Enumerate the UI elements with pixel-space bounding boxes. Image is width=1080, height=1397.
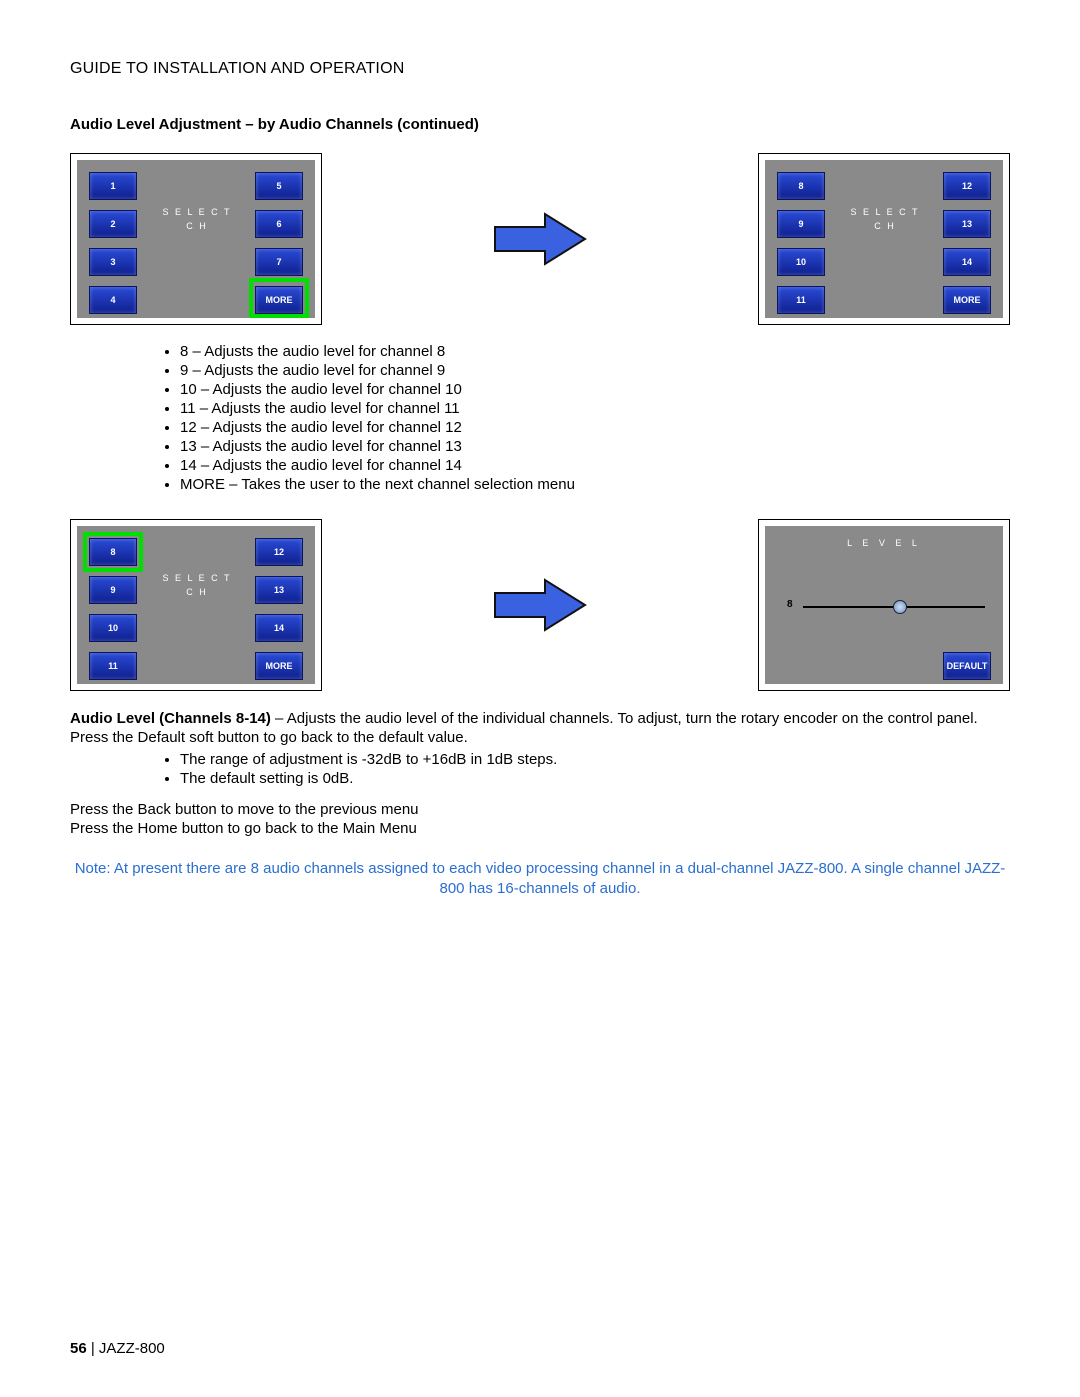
footer: 56 | JAZZ-800 [70,1340,165,1357]
panel2-center-line2: C H [874,221,896,231]
row-panels-2: S E L E C T C H 8 9 10 11 12 13 14 MORE … [70,519,1010,691]
panel1-btn-5[interactable]: 5 [255,172,303,200]
bullet-item: 12 – Adjusts the audio level for channel… [180,419,1010,436]
panel1-btn-7[interactable]: 7 [255,248,303,276]
level-channel-label: 8 [787,599,793,610]
panel1-center-line2: C H [186,221,208,231]
panel3-center-line1: S E L E C T [162,573,231,583]
bullet-item: 11 – Adjusts the audio level for channel… [180,400,1010,417]
panel3-btn-9[interactable]: 9 [89,576,137,604]
panel3-center: S E L E C T C H [147,571,247,599]
panel1-btn-6[interactable]: 6 [255,210,303,238]
panel1-btn-4[interactable]: 4 [89,286,137,314]
panel2-btn-13[interactable]: 13 [943,210,991,238]
bullet-item: 8 – Adjusts the audio level for channel … [180,343,1010,360]
arrow-right-icon [490,209,590,269]
adjust-bullets: The range of adjustment is -32dB to +16d… [180,751,1010,787]
bullet-item: MORE – Takes the user to the next channe… [180,476,1010,493]
level-default-button[interactable]: DEFAULT [943,652,991,680]
para-home: Press the Home button to go back to the … [70,820,1010,837]
bullet-item: The range of adjustment is -32dB to +16d… [180,751,1010,768]
panel3: S E L E C T C H 8 9 10 11 12 13 14 MORE [77,526,315,684]
panel2-btn-12[interactable]: 12 [943,172,991,200]
level-slider-thumb[interactable] [893,600,907,614]
bullet-item: The default setting is 0dB. [180,770,1010,787]
arrow-2 [322,575,758,635]
section-title: Audio Level Adjustment – by Audio Channe… [70,116,1010,133]
panel1-center: S E L E C T C H [147,205,247,233]
panel2-btn-11[interactable]: 11 [777,286,825,314]
level-title: L E V E L [765,538,1003,548]
panel2-center: S E L E C T C H [835,205,935,233]
para-back: Press the Back button to move to the pre… [70,801,1010,818]
bullet-item: 14 – Adjusts the audio level for channel… [180,457,1010,474]
panel3-btn-13[interactable]: 13 [255,576,303,604]
panel3-center-line2: C H [186,587,208,597]
note-text: Note: At present there are 8 audio chann… [70,859,1010,898]
panel3-btn-11[interactable]: 11 [89,652,137,680]
page-number: 56 [70,1340,87,1357]
panel3-frame: S E L E C T C H 8 9 10 11 12 13 14 MORE [70,519,322,691]
doc-header: GUIDE TO INSTALLATION AND OPERATION [70,60,1010,78]
bullet-item: 9 – Adjusts the audio level for channel … [180,362,1010,379]
para-audio-level: Audio Level (Channels 8-14) – Adjusts th… [70,709,1010,747]
panel2: S E L E C T C H 8 9 10 11 12 13 14 MORE [765,160,1003,318]
bullet-item: 10 – Adjusts the audio level for channel… [180,381,1010,398]
panel3-btn-12[interactable]: 12 [255,538,303,566]
product-name: JAZZ-800 [99,1340,165,1357]
channel-bullets: 8 – Adjusts the audio level for channel … [180,343,1010,493]
panel3-btn-10[interactable]: 10 [89,614,137,642]
para-bold: Audio Level (Channels 8-14) [70,710,271,727]
panel2-btn-14[interactable]: 14 [943,248,991,276]
panel2-center-line1: S E L E C T [850,207,919,217]
panel2-btn-more[interactable]: MORE [943,286,991,314]
bullet-item: 13 – Adjusts the audio level for channel… [180,438,1010,455]
panel2-frame: S E L E C T C H 8 9 10 11 12 13 14 MORE [758,153,1010,325]
panel2-btn-8[interactable]: 8 [777,172,825,200]
arrow-1 [322,209,758,269]
panel1-btn-2[interactable]: 2 [89,210,137,238]
level-frame: L E V E L 8 DEFAULT [758,519,1010,691]
panel1-frame: S E L E C T C H 1 2 3 4 5 6 7 MORE [70,153,322,325]
panel3-btn-14[interactable]: 14 [255,614,303,642]
arrow-right-icon [490,575,590,635]
panel1: S E L E C T C H 1 2 3 4 5 6 7 MORE [77,160,315,318]
row-panels-1: S E L E C T C H 1 2 3 4 5 6 7 MORE S E L… [70,153,1010,325]
panel1-btn-3[interactable]: 3 [89,248,137,276]
panel2-btn-9[interactable]: 9 [777,210,825,238]
panel3-highlight-8 [83,532,143,572]
panel1-btn-1[interactable]: 1 [89,172,137,200]
level-panel: L E V E L 8 DEFAULT [765,526,1003,684]
panel2-btn-10[interactable]: 10 [777,248,825,276]
panel3-btn-more[interactable]: MORE [255,652,303,680]
panel1-center-line1: S E L E C T [162,207,231,217]
panel1-highlight-more [249,278,309,318]
footer-sep: | [87,1340,99,1357]
